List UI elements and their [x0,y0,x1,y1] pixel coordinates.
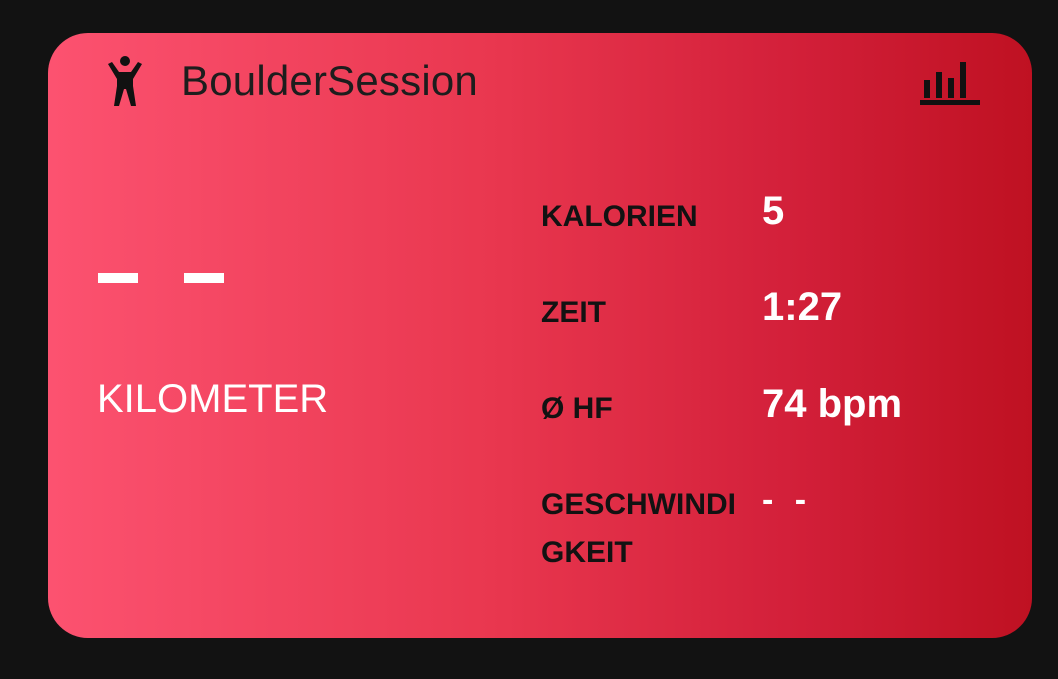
placeholder-dash [184,273,224,283]
time-value: 1:27 [762,285,843,329]
calories-value: 5 [762,189,785,233]
heart-rate-label: Ø HF [541,392,613,425]
heart-rate-value: 74 bpm [762,382,903,426]
distance-unit: KILOMETER [97,377,329,421]
speed-value: - - [762,481,813,519]
time-label: ZEIT [541,296,606,329]
distance-value: – – [96,243,236,283]
bar-chart-icon[interactable] [920,58,980,106]
speed-label: GESCHWINDIGKEIT [541,488,736,569]
calories-label: KALORIEN [541,200,698,233]
person-arms-raised-icon [108,56,142,106]
activity-title: BoulderSession [181,57,478,104]
placeholder-dash [98,273,138,283]
card-header: BoulderSession [48,33,1032,133]
activity-card[interactable]: BoulderSession – – KILOMETER KALORIEN 5 … [48,33,1032,638]
